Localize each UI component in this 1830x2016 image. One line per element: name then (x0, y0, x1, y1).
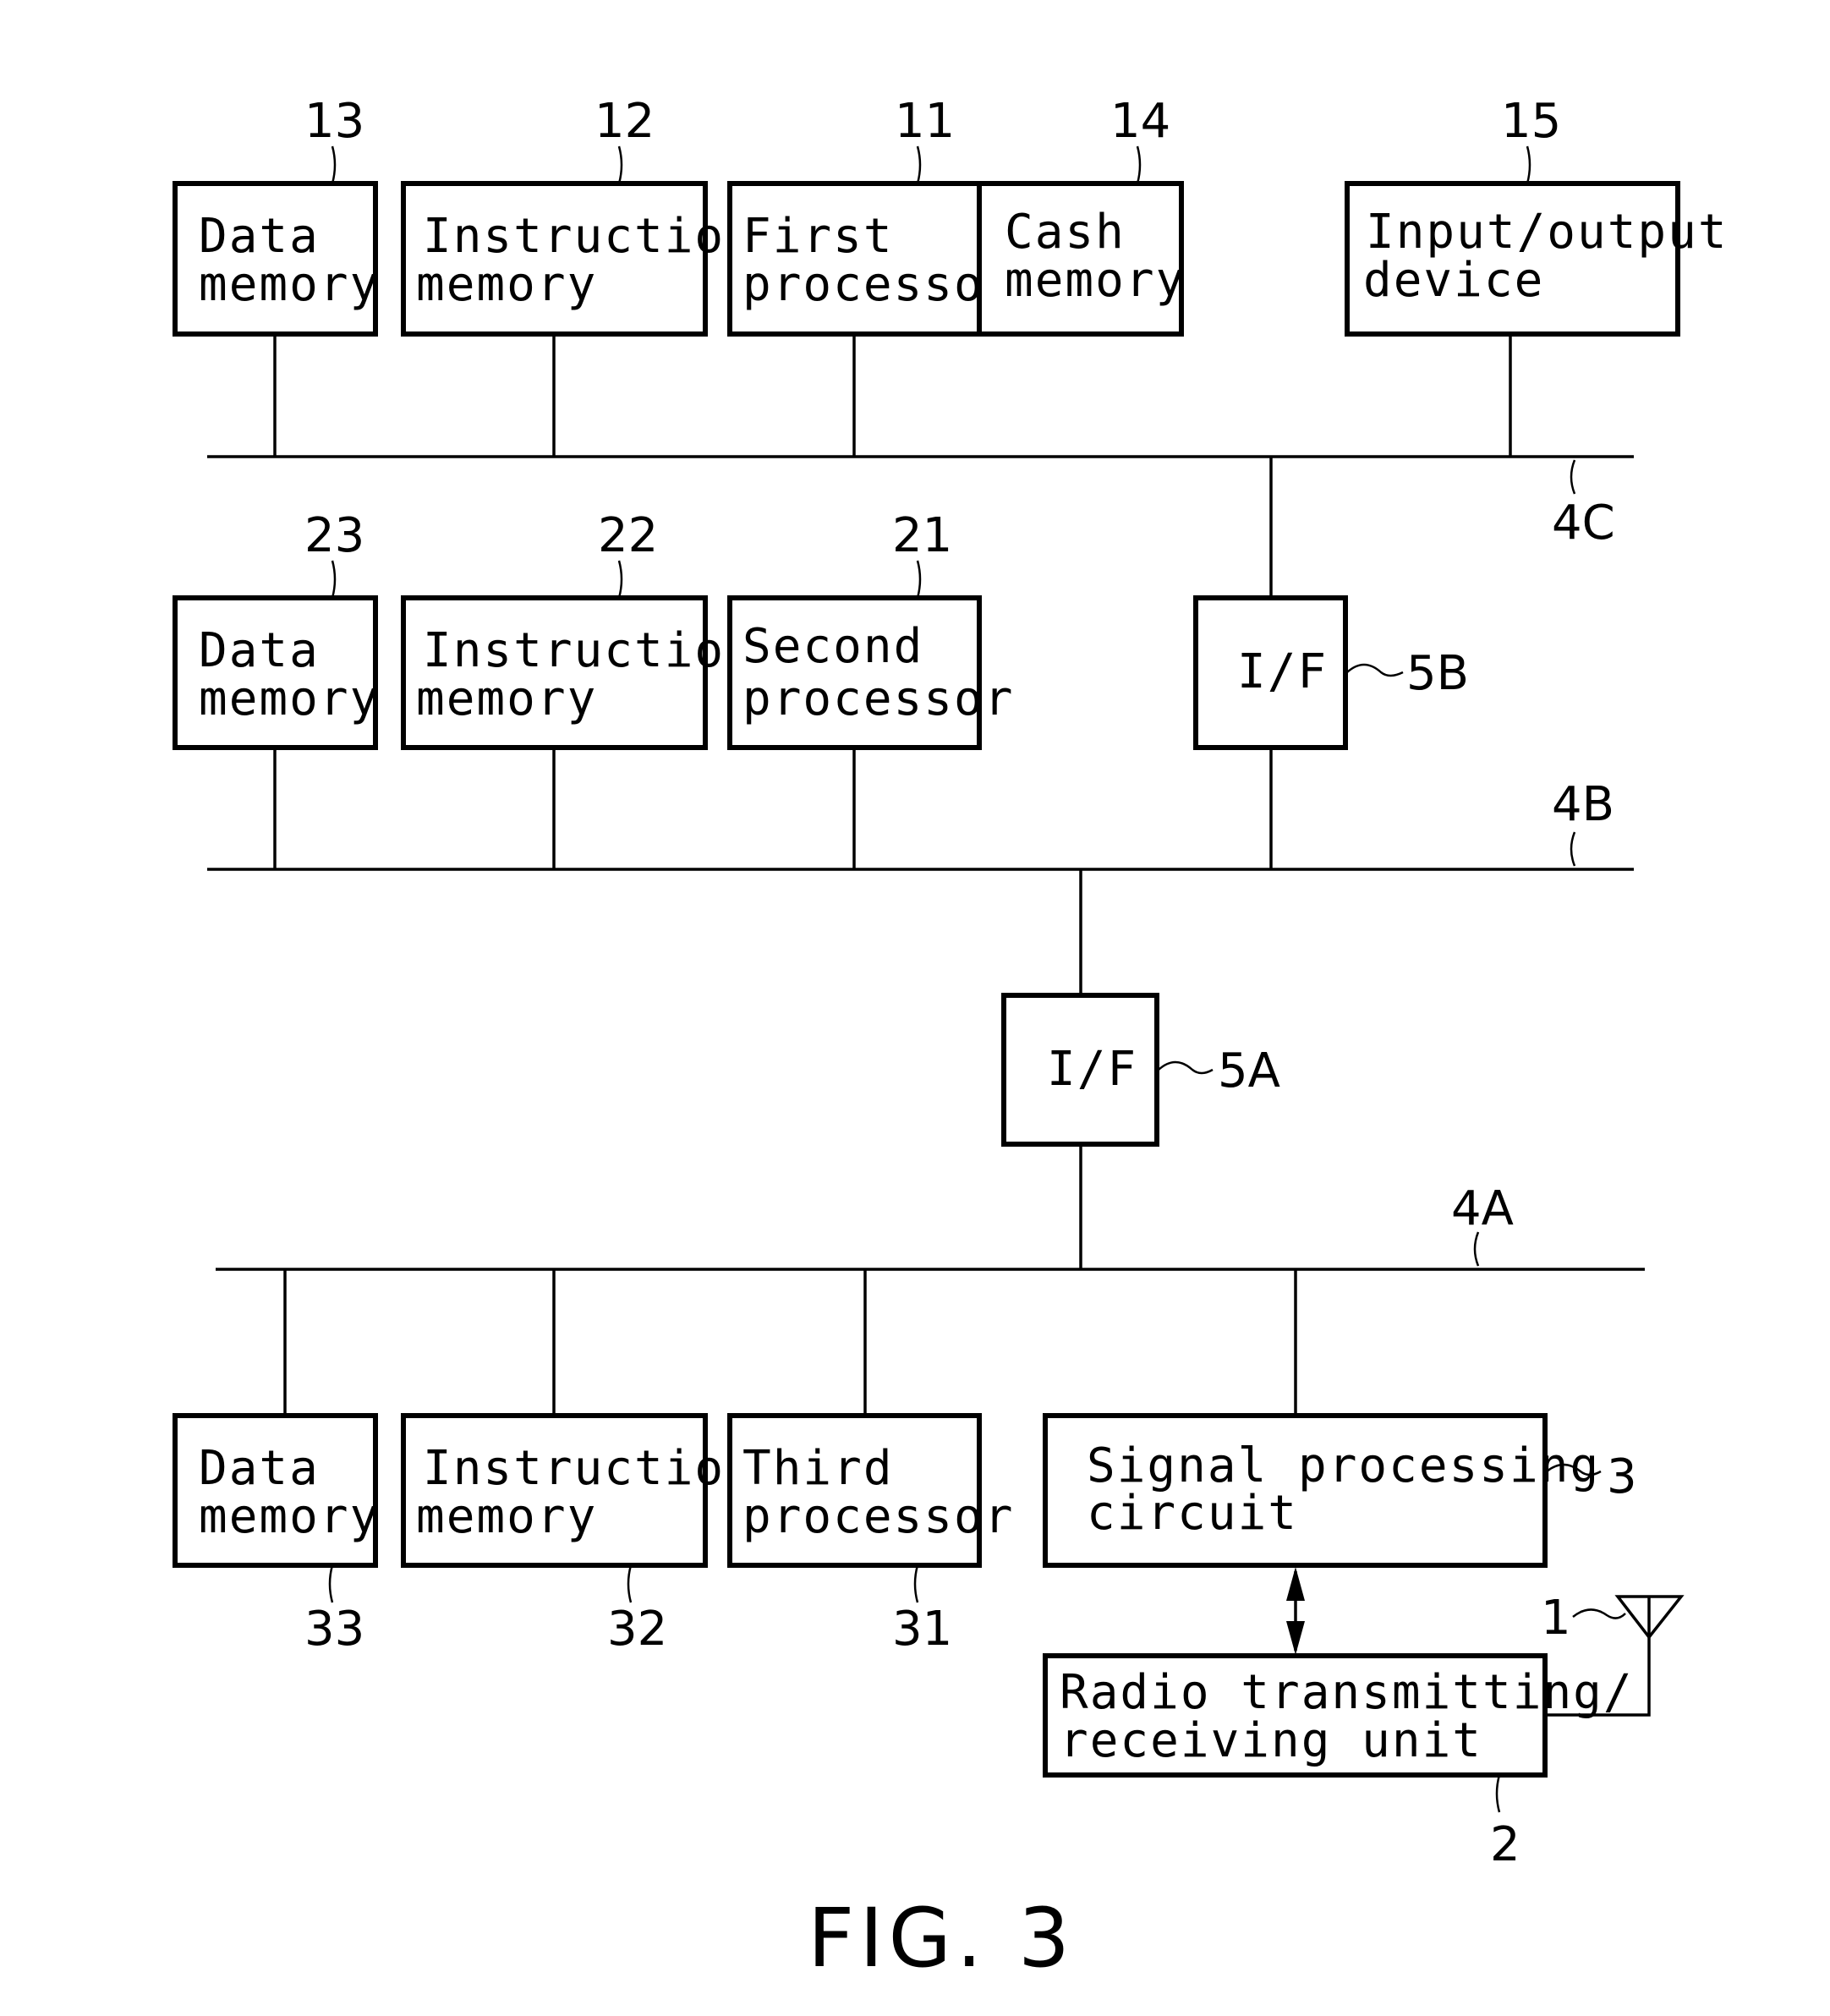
instruction-memory-22: Instruction memory 22 (401, 508, 755, 869)
label-line2: memory (199, 671, 380, 726)
label-line2: memory (416, 257, 597, 312)
signal-processing-circuit-3: Signal processing circuit 3 (1043, 1269, 1637, 1568)
label: I/F (1237, 644, 1328, 699)
figure-caption: FIG. 3 (808, 1891, 1075, 1986)
second-processor-21: Second processor 21 (727, 508, 1014, 869)
label-line2: processor (742, 1489, 1014, 1544)
data-memory-23: Data memory 23 (173, 508, 380, 869)
label-line2: memory (199, 1489, 380, 1544)
leader (1136, 145, 1142, 184)
leader (913, 1564, 919, 1603)
first-processor-11: First processor 11 (727, 94, 1014, 457)
bus-4c-ref: 4C (1552, 496, 1615, 551)
label-line2: device (1363, 253, 1544, 308)
label: I/F (1047, 1042, 1137, 1097)
label-line2: processor (742, 257, 1014, 312)
label-line1: Third (742, 1441, 894, 1496)
arrowhead-down (1286, 1621, 1305, 1655)
ref-number: 11 (895, 94, 955, 149)
ref-number: 14 (1110, 94, 1170, 149)
label-line1: Cash (1005, 205, 1126, 260)
label-line2: circuit (1087, 1486, 1298, 1541)
ref-number: 3 (1607, 1449, 1637, 1504)
leader (916, 560, 922, 599)
input-output-device-15: Input/output device 15 (1345, 94, 1729, 457)
leader (1346, 663, 1404, 677)
third-processor-31: Third processor 31 (727, 1269, 1014, 1657)
ref-number: 5B (1406, 646, 1469, 701)
ref-number: 12 (594, 94, 655, 149)
data-memory-33: Data memory 33 (173, 1269, 380, 1657)
radio-transmitting-receiving-unit-2: Radio transmitting/ receiving unit 2 (1043, 1653, 1634, 1872)
instruction-memory-32: Instruction memory 32 (401, 1269, 755, 1657)
label-line1: Instruction (423, 209, 755, 264)
ref-number: 5A (1218, 1044, 1280, 1098)
label-line1: Data (199, 1441, 320, 1496)
label-line1: First (742, 209, 894, 264)
leader (617, 145, 623, 184)
leader (1526, 145, 1531, 184)
leader (1572, 1608, 1626, 1619)
label-line1: Input/output (1366, 205, 1729, 260)
ref-number: 32 (607, 1602, 667, 1657)
block-diagram: 4C Data memory 13 Instruction memory 12 … (173, 94, 1729, 1986)
label-line1: Instruction (423, 623, 755, 678)
leader (328, 1564, 334, 1603)
data-memory-13: Data memory 13 (173, 94, 380, 457)
instruction-memory-12: Instruction memory 12 (401, 94, 755, 457)
leader (617, 560, 623, 599)
bus-4a-leader (1473, 1231, 1480, 1267)
label-line2: processor (742, 671, 1014, 726)
bus-4b-leader (1570, 831, 1576, 867)
bidirectional-arrow (1286, 1567, 1305, 1655)
label-line1: Data (199, 623, 320, 678)
ref-number: 33 (304, 1602, 364, 1657)
cash-memory-14: Cash memory 14 (977, 94, 1186, 337)
label-line1: Instruction (423, 1441, 755, 1496)
label-line2: memory (1005, 253, 1186, 308)
label-line2: receiving unit (1060, 1713, 1482, 1768)
leader (627, 1564, 633, 1603)
bus-4b-ref: 4B (1552, 777, 1614, 832)
ref-number: 21 (892, 508, 952, 563)
label-line2: memory (199, 257, 380, 312)
interface-5b: I/F 5B (1193, 457, 1469, 869)
bus-4a-ref: 4A (1451, 1181, 1514, 1236)
arrowhead-up (1286, 1567, 1305, 1601)
leader (331, 560, 337, 599)
label-line1: Data (199, 209, 320, 264)
bus-4c-leader (1570, 459, 1576, 495)
ref-number: 1 (1541, 1591, 1571, 1646)
leader (1158, 1060, 1214, 1075)
leader (1495, 1774, 1501, 1813)
label-line2: memory (416, 671, 597, 726)
label-line2: memory (416, 1489, 597, 1544)
interface-5a: I/F 5A (1001, 869, 1280, 1269)
ref-number: 23 (304, 508, 364, 563)
ref-number: 31 (892, 1602, 952, 1657)
label-line1: Radio transmitting/ (1060, 1665, 1634, 1720)
label-line1: Second (742, 619, 923, 674)
ref-number: 22 (598, 508, 658, 563)
leader (916, 145, 922, 184)
leader (331, 145, 337, 184)
ref-number: 15 (1501, 94, 1561, 149)
ref-number: 2 (1490, 1817, 1520, 1872)
ref-number: 13 (304, 94, 364, 149)
